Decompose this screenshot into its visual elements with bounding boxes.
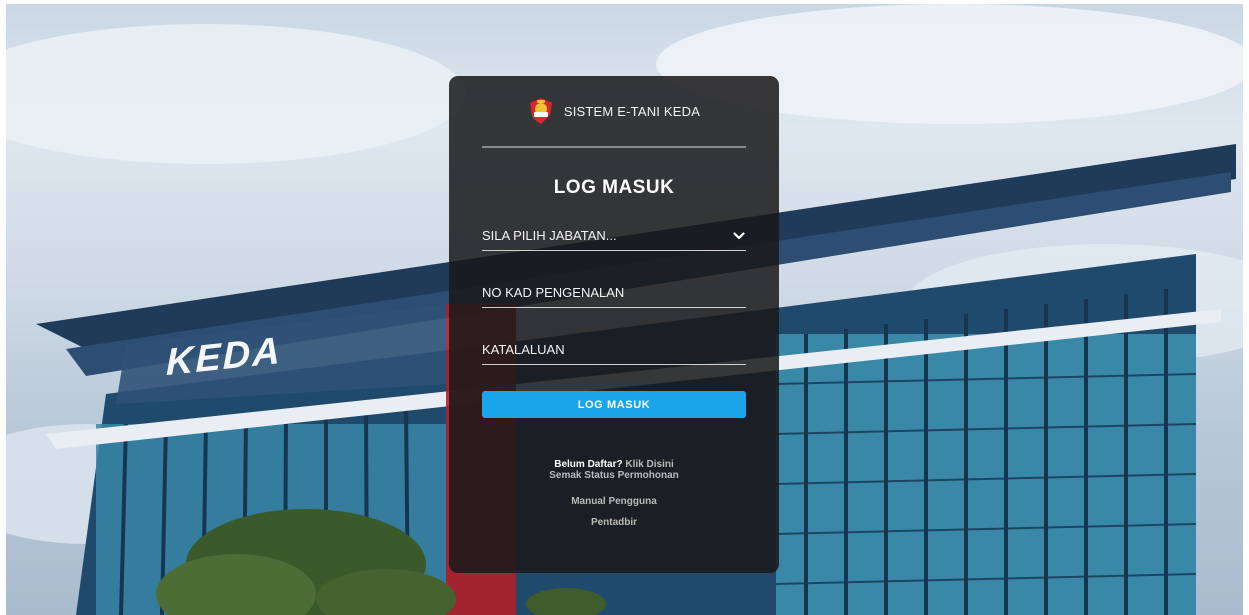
card-header: SISTEM E-TANI KEDA bbox=[482, 76, 746, 148]
admin-link[interactable]: Pentadbir bbox=[482, 517, 746, 528]
app-name: SISTEM E-TANI KEDA bbox=[563, 103, 701, 119]
ic-number-placeholder: NO KAD PENGENALAN bbox=[482, 285, 625, 300]
login-page: KEDA SISTEM E-TANI KEDA LOG MASUK SILA P… bbox=[0, 0, 1249, 615]
register-link[interactable]: Klik Disini bbox=[625, 459, 673, 470]
register-question: Belum Daftar? bbox=[554, 459, 623, 470]
register-row: Belum Daftar? Klik Disini bbox=[482, 459, 746, 470]
ic-number-input[interactable]: NO KAD PENGENALAN bbox=[482, 278, 746, 308]
check-status-link[interactable]: Semak Status Permohonan bbox=[482, 470, 746, 481]
password-placeholder: KATALALUAN bbox=[482, 342, 565, 357]
password-input[interactable]: KATALALUAN bbox=[482, 335, 746, 365]
login-button[interactable]: LOG MASUK bbox=[482, 391, 746, 418]
department-select-value: SILA PILIH JABATAN... bbox=[482, 228, 617, 243]
department-select[interactable]: SILA PILIH JABATAN... bbox=[482, 221, 746, 251]
footer-links: Belum Daftar? Klik Disini Semak Status P… bbox=[482, 459, 746, 528]
chevron-down-icon bbox=[732, 229, 746, 243]
form-title: LOG MASUK bbox=[553, 177, 675, 198]
login-card: SISTEM E-TANI KEDA LOG MASUK SILA PILIH … bbox=[449, 76, 779, 573]
keda-crest-logo-icon bbox=[528, 97, 554, 125]
user-manual-link[interactable]: Manual Pengguna bbox=[482, 496, 746, 507]
